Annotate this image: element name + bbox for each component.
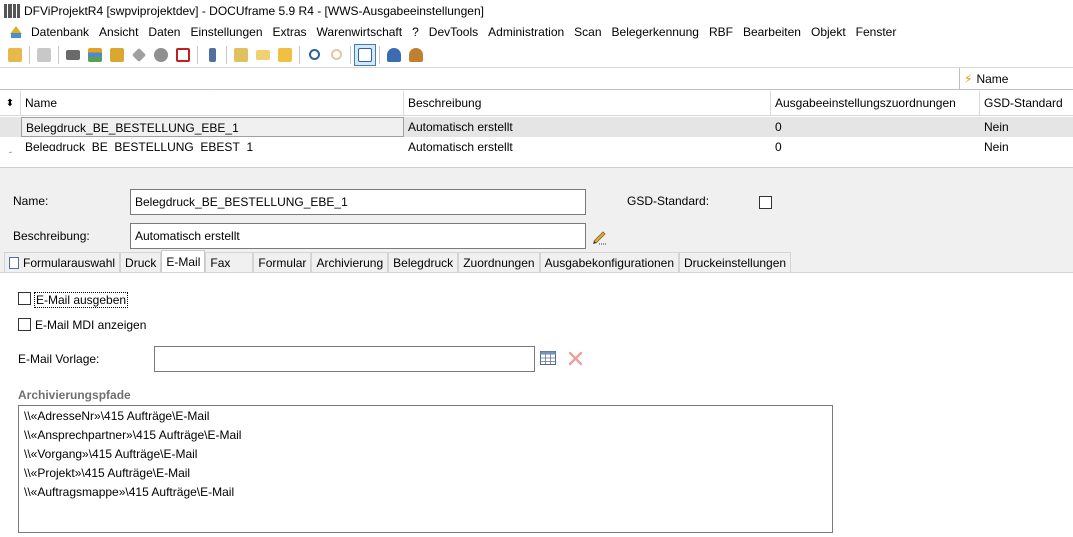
toolbar-separator — [379, 45, 380, 64]
edit-pencil-icon[interactable] — [591, 227, 609, 245]
calendar-icon[interactable] — [172, 44, 194, 66]
tab-belegdruck[interactable]: Belegdruck — [388, 252, 459, 272]
tab-druckeinstellungen[interactable]: Druckeinstellungen — [679, 252, 792, 272]
sort-order-icon[interactable]: ⬍ — [0, 91, 21, 116]
document-icon — [9, 256, 19, 269]
window-title: DFViProjektR4 [swpviprojektdev] - DOCUfr… — [24, 4, 484, 18]
menu-datenbank[interactable]: Datenbank — [28, 25, 96, 39]
menu-help[interactable]: ? — [409, 25, 426, 39]
list-item[interactable]: \\«AdresseNr»\415 Aufträge\E-Mail — [19, 407, 832, 426]
menu-daten[interactable]: Daten — [145, 25, 187, 39]
folder-icon[interactable] — [106, 44, 128, 66]
lightning-icon: ⚡ — [964, 71, 973, 86]
table-row[interactable]: Belegdruck_BE_BESTELLUNG_EBE_1 Automatis… — [0, 117, 1073, 137]
app-icon — [4, 4, 20, 18]
detail-panel: Name: Belegdruck_BE_BESTELLUNG_EBE_1 GSD… — [0, 172, 1073, 537]
tab-formular[interactable]: Formular — [253, 252, 312, 272]
print-icon[interactable] — [33, 44, 55, 66]
tab-formularauswahl[interactable]: Formularauswahl — [4, 252, 121, 272]
archivierungspfade-list[interactable]: \\«AdresseNr»\415 Aufträge\E-Mail \\«Ans… — [18, 405, 833, 533]
tab-druck[interactable]: Druck — [120, 252, 162, 272]
toolbar-separator — [197, 45, 198, 64]
form-view-icon[interactable] — [354, 43, 376, 66]
tab-strip: Formularauswahl Druck E-Mail Fax Formula… — [4, 250, 792, 272]
toolbar-separator — [58, 45, 59, 64]
menu-fenster[interactable]: Fenster — [853, 25, 904, 39]
address-card-icon[interactable] — [62, 44, 84, 66]
table-picker-icon[interactable] — [540, 351, 556, 365]
menu-scan[interactable]: Scan — [571, 25, 608, 39]
toolbar-separator — [299, 45, 300, 64]
title-bar: DFViProjektR4 [swpviprojektdev] - DOCUfr… — [0, 0, 1073, 22]
list-item[interactable]: \\«Vorgang»\415 Aufträge\E-Mail — [19, 445, 832, 464]
list-item[interactable]: \\«Ansprechpartner»\415 Aufträge\E-Mail — [19, 426, 832, 445]
menu-warenwirtschaft[interactable]: Warenwirtschaft — [314, 25, 410, 39]
cell-name: Belegdruck_BE_BESTELLUNG_EBE_1 — [21, 117, 404, 137]
results-grid: ⬍ Name ⌃ Beschreibung Ausgabeeinstellung… — [0, 91, 1073, 153]
list-icon[interactable] — [84, 44, 106, 66]
menu-administration[interactable]: Administration — [485, 25, 571, 39]
menu-rbf[interactable]: RBF — [706, 25, 740, 39]
tab-fax[interactable]: Fax — [205, 252, 254, 272]
sort-ascending-icon: ⌃ — [208, 91, 217, 99]
scroll-left-icon[interactable]: < — [6, 149, 12, 153]
email-mdi-checkbox[interactable] — [18, 318, 31, 331]
menu-ansicht[interactable]: Ansicht — [96, 25, 145, 39]
delete-x-icon[interactable] — [568, 351, 583, 366]
toolbar-separator — [350, 45, 351, 64]
toolbar-separator — [29, 45, 30, 64]
beschreibung-label: Beschreibung: — [13, 229, 90, 243]
new-document-icon[interactable] — [230, 44, 252, 66]
cell-gsd-standard: Nein — [984, 120, 1009, 134]
column-chooser-label: Name — [976, 71, 1009, 86]
gsd-standard-checkbox[interactable] — [759, 196, 772, 209]
list-item[interactable]: \\«Projekt»\415 Aufträge\E-Mail — [19, 464, 832, 483]
toolbar — [0, 42, 1073, 68]
email-tab-panel: E-Mail ausgeben E-Mail MDI anzeigen E-Ma… — [0, 272, 1073, 537]
email-ausgeben-label[interactable]: E-Mail ausgeben — [34, 292, 129, 308]
tab-archivierung[interactable]: Archivierung — [311, 252, 389, 272]
menu-bearbeiten[interactable]: Bearbeiten — [740, 25, 808, 39]
document-star-icon[interactable] — [274, 44, 296, 66]
toolbar-separator — [226, 45, 227, 64]
column-chooser-bar: ⚡ Name — [0, 68, 1073, 90]
name-field[interactable]: Belegdruck_BE_BESTELLUNG_EBE_1 — [130, 189, 586, 215]
open-object-icon[interactable] — [4, 44, 26, 66]
tab-zuordnungen[interactable]: Zuordnungen — [458, 252, 540, 272]
email-vorlage-label: E-Mail Vorlage: — [18, 352, 100, 366]
menu-extras[interactable]: Extras — [270, 25, 314, 39]
menu-einstellungen[interactable]: Einstellungen — [187, 25, 269, 39]
horizontal-scrollbar[interactable]: < — [0, 149, 1073, 153]
email-mdi-label[interactable]: E-Mail MDI anzeigen — [35, 318, 146, 332]
menu-devtools[interactable]: DevTools — [426, 25, 485, 39]
column-header-zuordnungen[interactable]: Ausgabeeinstellungszuordnungen — [771, 91, 980, 116]
list-item[interactable]: \\«Auftragsmappe»\415 Aufträge\E-Mail — [19, 483, 832, 502]
search-icon[interactable] — [303, 44, 325, 66]
column-chooser-button[interactable]: ⚡ Name — [959, 68, 1073, 89]
email-ausgeben-checkbox[interactable] — [18, 292, 31, 305]
system-menu-icon[interactable] — [8, 24, 24, 40]
search-disabled-icon[interactable] — [325, 44, 347, 66]
link-icon[interactable] — [150, 44, 172, 66]
column-header-beschreibung[interactable]: Beschreibung — [404, 91, 771, 116]
name-label: Name: — [13, 194, 49, 208]
archivierungspfade-title: Archivierungspfade — [18, 388, 131, 402]
menu-objekt[interactable]: Objekt — [808, 25, 853, 39]
grid-header: ⬍ Name ⌃ Beschreibung Ausgabeeinstellung… — [0, 91, 1073, 116]
column-header-gsd-standard[interactable]: GSD-Standard — [980, 91, 1073, 116]
menu-bar: Datenbank Ansicht Daten Einstellungen Ex… — [0, 22, 1073, 42]
tab-ausgabekonfigurationen[interactable]: Ausgabekonfigurationen — [539, 252, 680, 272]
tab-email[interactable]: E-Mail — [161, 250, 206, 272]
tag-icon[interactable] — [128, 44, 150, 66]
cell-beschreibung: Automatisch erstellt — [408, 120, 513, 134]
gsd-standard-label: GSD-Standard: — [627, 194, 710, 208]
beschreibung-field[interactable]: Automatisch erstellt — [130, 223, 586, 249]
menu-belegerkennung[interactable]: Belegerkennung — [609, 25, 706, 39]
email-vorlage-field[interactable] — [154, 346, 535, 372]
phone-icon[interactable] — [201, 44, 223, 66]
cell-zuordnungen: 0 — [775, 120, 782, 134]
user-settings-icon[interactable] — [405, 44, 427, 66]
mail-icon[interactable] — [252, 44, 274, 66]
users-icon[interactable] — [383, 44, 405, 66]
